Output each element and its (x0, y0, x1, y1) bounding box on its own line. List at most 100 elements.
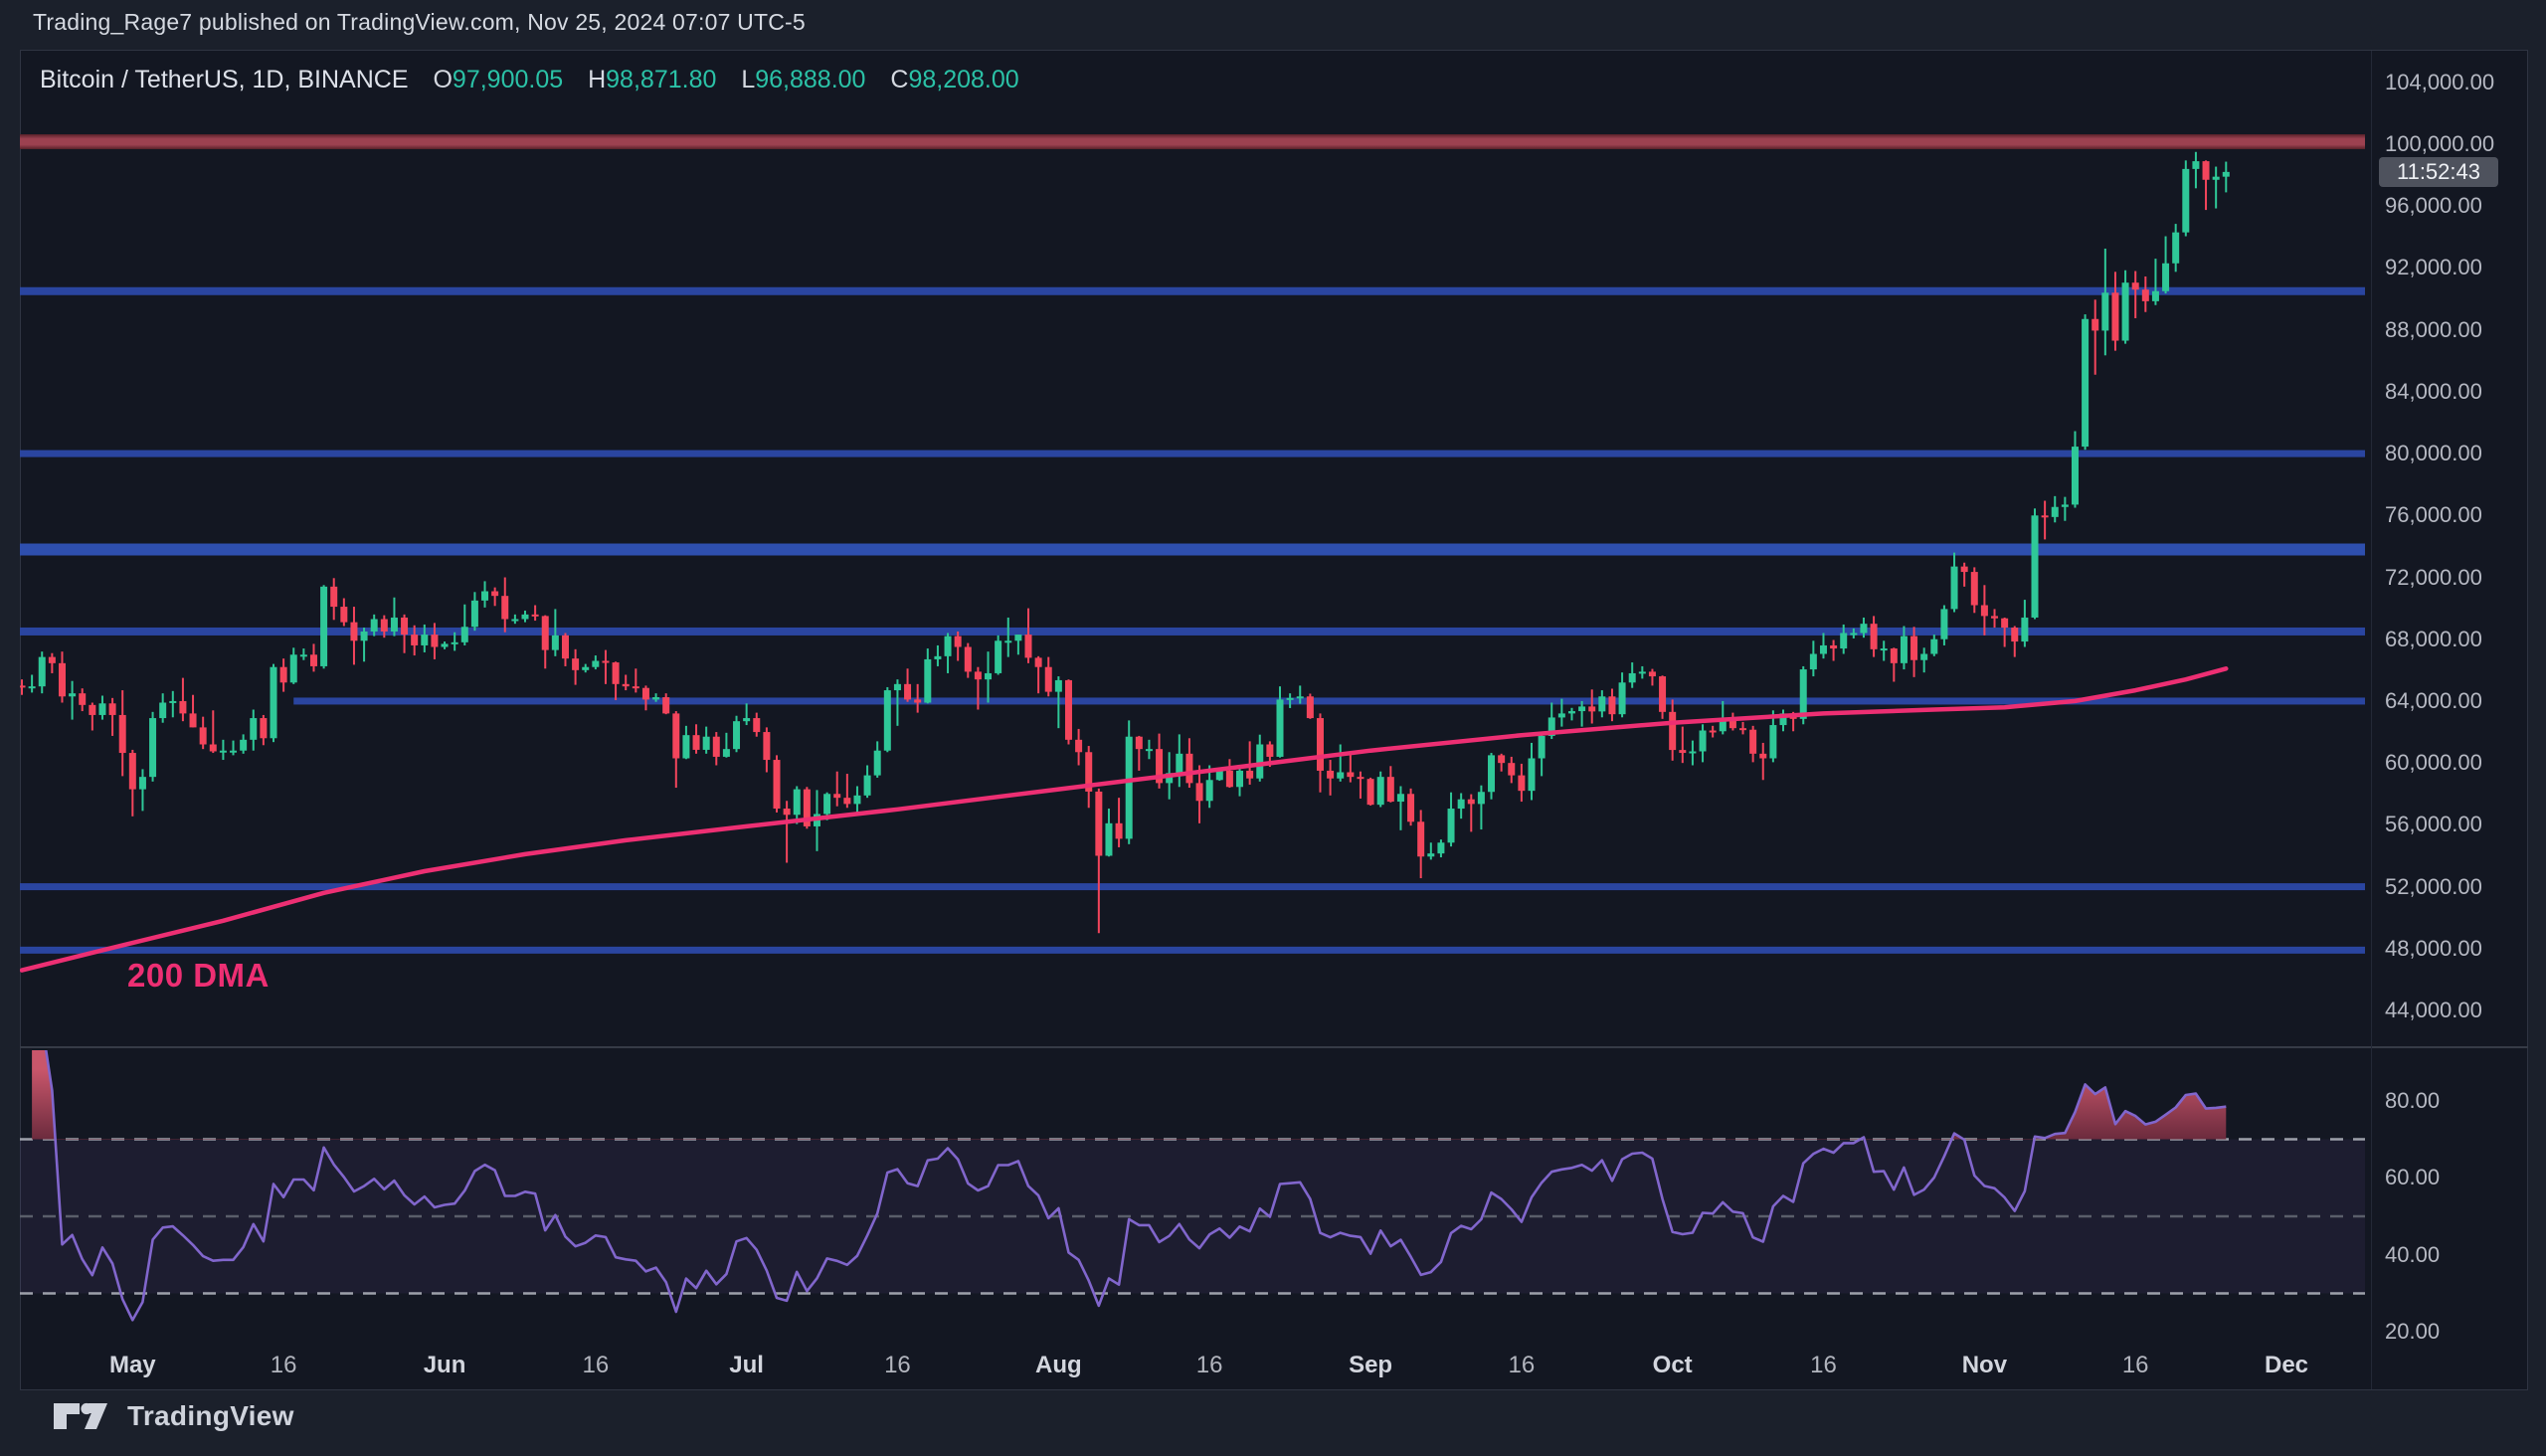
candle (28, 674, 36, 693)
candle (572, 648, 580, 685)
candle (1075, 728, 1083, 766)
candle (199, 716, 207, 750)
candle (1347, 753, 1355, 783)
candle (1498, 753, 1506, 772)
candle (470, 592, 478, 632)
dma-200-label[interactable]: 200 DMA (127, 957, 270, 995)
rsi-axis-label: 20.00 (2385, 1319, 2441, 1345)
candle (622, 674, 630, 691)
candle (138, 769, 146, 812)
candle (743, 703, 751, 726)
rsi-axis-label: 40.00 (2385, 1241, 2441, 1267)
time-axis-month-label: May (108, 1352, 156, 1378)
support-line[interactable] (20, 286, 2365, 295)
support-line[interactable] (20, 450, 2365, 457)
candle (309, 643, 317, 672)
candle (401, 614, 409, 653)
candle (1276, 686, 1284, 758)
candle (1809, 640, 1817, 677)
candle (904, 668, 912, 702)
candle (1085, 746, 1093, 809)
candle (1477, 785, 1485, 830)
candle (250, 709, 258, 751)
candle (360, 628, 368, 662)
candle (1407, 788, 1415, 826)
time-axis-month-label: Dec (2264, 1352, 2309, 1378)
candle (98, 695, 106, 720)
candle (803, 787, 811, 829)
candle (38, 651, 46, 694)
rsi-axis-label: 60.00 (2385, 1165, 2441, 1190)
candle (2222, 161, 2230, 193)
candle (1728, 712, 1736, 731)
candle (1538, 732, 1546, 777)
candle (1185, 738, 1193, 789)
symbol-header: Bitcoin / TetherUS, 1D, BINANCE O97,900.… (40, 66, 1019, 94)
candle (1437, 839, 1445, 858)
candle (1488, 753, 1496, 800)
candle (128, 749, 136, 817)
candle (1618, 672, 1626, 718)
candle (390, 597, 398, 637)
rsi-pane-graphics (20, 1050, 2365, 1322)
candle (511, 614, 519, 625)
candle (1044, 656, 1052, 697)
candle (2212, 166, 2220, 209)
candle (1739, 721, 1747, 735)
candle (1940, 605, 1948, 645)
pane-resize-divider[interactable] (20, 1046, 2528, 1048)
candle (1659, 675, 1667, 719)
candle (853, 786, 861, 817)
candle (763, 727, 771, 773)
price-axis-label: 44,000.00 (2385, 998, 2482, 1023)
candle (1417, 810, 1425, 879)
rsi-axis-label: 80.00 (2385, 1087, 2441, 1113)
resistance-zone[interactable] (20, 134, 2365, 149)
candle (1357, 771, 1364, 799)
candle (1749, 725, 1757, 763)
candle (602, 649, 610, 684)
candle (1759, 742, 1767, 781)
support-line[interactable] (20, 543, 2365, 556)
price-axis-label: 104,000.00 (2385, 69, 2495, 94)
candle (320, 585, 328, 669)
price-axis-label: 60,000.00 (2385, 750, 2482, 776)
candle (1779, 709, 1787, 732)
candle (641, 685, 649, 711)
candle (1145, 739, 1153, 760)
candle (501, 577, 509, 633)
candle (521, 610, 529, 623)
time-axis-month-label: Sep (1349, 1352, 1393, 1378)
support-line[interactable] (20, 946, 2365, 954)
candle (773, 755, 781, 813)
footer-logo-bar[interactable]: TradingView (52, 1400, 294, 1432)
candle (1930, 635, 1938, 656)
symbol-title[interactable]: Bitcoin / TetherUS, 1D, BINANCE (40, 66, 409, 93)
time-axis-month-label: Oct (1652, 1352, 1693, 1378)
time-axis-month-label: Jun (423, 1352, 466, 1378)
low-label: L (741, 66, 756, 93)
candle (289, 647, 297, 684)
price-axis-label: 56,000.00 (2385, 812, 2482, 837)
candle (702, 726, 710, 754)
candle (1327, 760, 1335, 796)
candle (1225, 759, 1233, 789)
candle (1135, 735, 1143, 771)
candle (1699, 724, 1707, 763)
candle (1598, 690, 1606, 718)
dma-200-path[interactable] (20, 666, 2229, 973)
price-axis-divider (2371, 51, 2372, 1389)
time-axis-day-label: 16 (270, 1352, 297, 1378)
candle (189, 694, 197, 728)
candle (843, 774, 851, 809)
chart-canvas[interactable] (0, 0, 2546, 1456)
candle (20, 679, 26, 695)
candle (1709, 725, 1717, 738)
candle (1870, 616, 1878, 657)
candle (1095, 788, 1103, 934)
candle (1236, 769, 1244, 797)
candle (1024, 608, 1032, 663)
candle (219, 739, 227, 761)
candles-series (20, 151, 2230, 934)
candle (531, 605, 539, 622)
